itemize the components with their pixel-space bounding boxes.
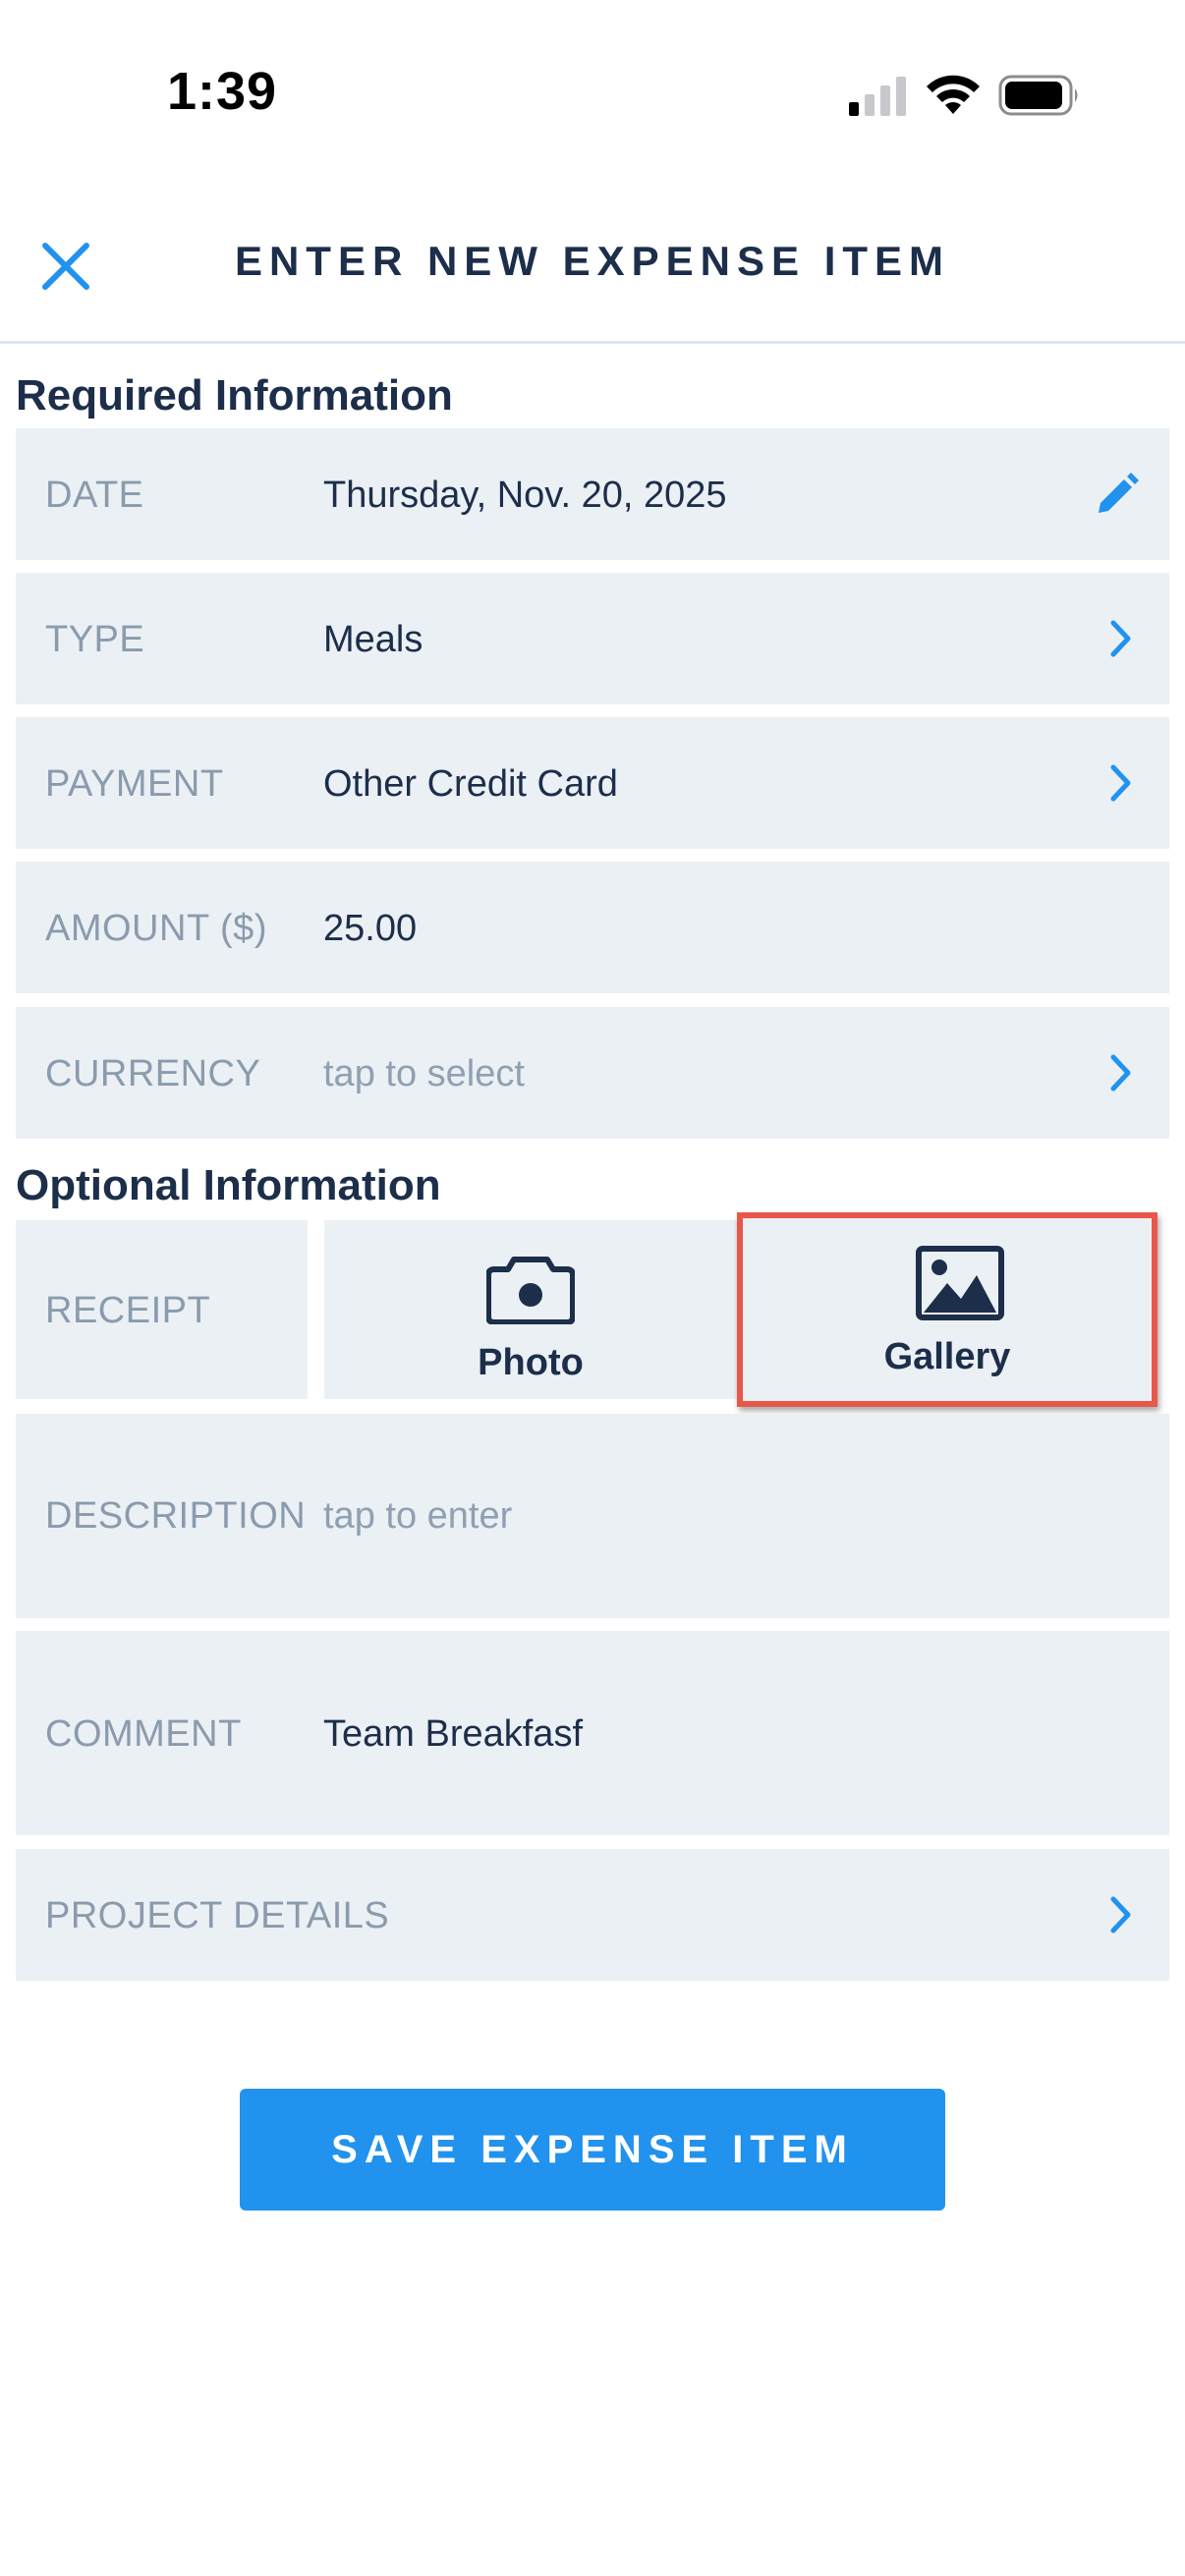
project-details-row[interactable]: PROJECT DETAILS bbox=[16, 1849, 1169, 1981]
description-field[interactable]: tap to enter bbox=[323, 1495, 512, 1538]
date-row[interactable]: DATE Thursday, Nov. 20, 2025 bbox=[16, 428, 1169, 560]
optional-section-title: Optional Information bbox=[16, 1161, 441, 1209]
amount-row[interactable]: AMOUNT ($) 25.00 bbox=[16, 862, 1169, 993]
chevron-right-icon bbox=[1110, 764, 1131, 802]
page-title: ENTER NEW EXPENSE ITEM bbox=[234, 238, 951, 284]
amount-label: AMOUNT ($) bbox=[45, 908, 267, 949]
status-bar: 1:39 bbox=[0, 0, 1185, 177]
currency-row[interactable]: CURRENCY tap to select bbox=[16, 1007, 1169, 1139]
receipt-label: RECEIPT bbox=[45, 1290, 211, 1331]
chevron-right-icon bbox=[1110, 620, 1131, 657]
amount-field[interactable]: 25.00 bbox=[323, 908, 417, 950]
gallery-label: Gallery bbox=[883, 1336, 1011, 1377]
payment-value: Other Credit Card bbox=[323, 763, 618, 805]
type-row[interactable]: TYPE Meals bbox=[16, 573, 1169, 704]
date-label: DATE bbox=[45, 475, 144, 516]
image-icon bbox=[916, 1246, 1004, 1320]
camera-icon bbox=[486, 1257, 575, 1324]
photo-button[interactable]: Photo bbox=[324, 1220, 737, 1399]
gallery-button[interactable]: Gallery bbox=[737, 1212, 1157, 1407]
save-expense-label: SAVE EXPENSE ITEM bbox=[331, 2128, 854, 2171]
save-expense-button[interactable]: SAVE EXPENSE ITEM bbox=[240, 2089, 945, 2211]
chevron-right-icon bbox=[1110, 1054, 1131, 1092]
battery-icon bbox=[998, 75, 1078, 116]
type-value: Meals bbox=[323, 619, 423, 660]
status-time: 1:39 bbox=[167, 62, 278, 121]
currency-placeholder: tap to select bbox=[323, 1053, 525, 1094]
description-label: DESCRIPTION bbox=[45, 1495, 307, 1537]
cellular-signal-icon bbox=[849, 77, 906, 116]
receipt-label-cell: RECEIPT bbox=[16, 1220, 308, 1399]
comment-label: COMMENT bbox=[45, 1713, 242, 1755]
project-details-label: PROJECT DETAILS bbox=[45, 1895, 390, 1936]
comment-field[interactable]: Team Breakfasf bbox=[323, 1713, 583, 1756]
required-section-title: Required Information bbox=[16, 371, 453, 420]
date-value: Thursday, Nov. 20, 2025 bbox=[323, 475, 727, 516]
description-row[interactable]: DESCRIPTION tap to enter bbox=[16, 1414, 1169, 1618]
currency-label: CURRENCY bbox=[45, 1053, 261, 1094]
payment-row[interactable]: PAYMENT Other Credit Card bbox=[16, 717, 1169, 849]
payment-label: PAYMENT bbox=[45, 763, 224, 805]
wifi-icon bbox=[927, 75, 980, 114]
comment-row[interactable]: COMMENT Team Breakfasf bbox=[16, 1631, 1169, 1835]
type-label: TYPE bbox=[45, 619, 145, 660]
photo-label: Photo bbox=[478, 1342, 584, 1383]
pencil-icon[interactable] bbox=[1095, 472, 1140, 517]
chevron-right-icon bbox=[1110, 1896, 1131, 1933]
header: ENTER NEW EXPENSE ITEM bbox=[0, 177, 1185, 344]
